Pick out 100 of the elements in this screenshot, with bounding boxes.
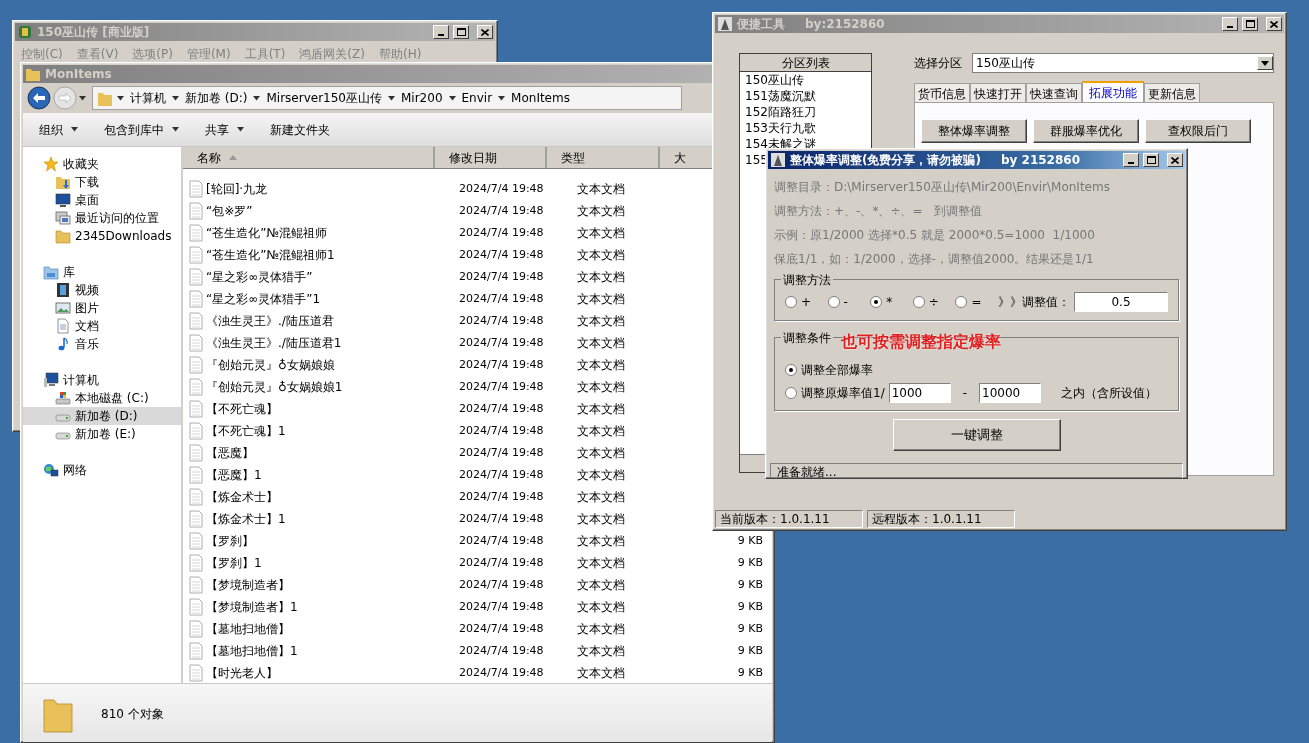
file-name[interactable]: “星之彩∞灵体猎手” bbox=[206, 268, 313, 286]
breadcrumb-link[interactable]: Mir200 bbox=[399, 89, 445, 107]
file-name[interactable]: 《浊生灵王》./陆压道君 bbox=[206, 312, 334, 330]
nav-item[interactable]: 计算机 bbox=[23, 371, 181, 389]
action-button[interactable]: 群服爆率优化 bbox=[1033, 119, 1139, 143]
status-panel: 当前版本：1.0.1.11 bbox=[715, 510, 863, 528]
tab[interactable]: 拓展功能 bbox=[1082, 81, 1144, 102]
file-name[interactable]: 【炼金术士】 bbox=[206, 488, 278, 506]
radio-button[interactable] bbox=[955, 296, 968, 308]
caret-icon bbox=[71, 127, 78, 132]
apply-button[interactable]: 一键调整 bbox=[892, 419, 1061, 451]
file-name[interactable]: “苍生造化”№混鲲祖师 bbox=[206, 224, 327, 242]
file-name[interactable]: 【罗刹】 bbox=[206, 532, 254, 550]
close-button[interactable] bbox=[1167, 153, 1183, 167]
close-button[interactable] bbox=[1266, 17, 1282, 31]
file-name[interactable]: “包※罗” bbox=[206, 202, 253, 220]
range-to-field[interactable]: 10000 bbox=[979, 382, 1042, 403]
radio-button[interactable] bbox=[785, 296, 797, 308]
minimize-button[interactable] bbox=[1123, 153, 1139, 167]
text-file-icon bbox=[189, 334, 203, 352]
nav-item[interactable]: 2345Downloads bbox=[23, 227, 181, 245]
toolbar-button[interactable]: 组织 bbox=[37, 118, 80, 141]
file-name[interactable]: 『创始元灵』♁女娲娘娘1 bbox=[206, 378, 343, 396]
column-header[interactable]: 修改日期 bbox=[434, 147, 548, 168]
nav-item[interactable]: 库 bbox=[23, 263, 181, 281]
list-item[interactable]: 152陌路狂刀 bbox=[740, 104, 871, 120]
text-file-icon bbox=[189, 598, 203, 616]
list-item[interactable]: 150巫山传 bbox=[740, 72, 871, 88]
nav-item[interactable]: 图片 bbox=[23, 299, 181, 317]
file-name[interactable]: 【不死亡魂】1 bbox=[206, 422, 286, 440]
maximize-button[interactable] bbox=[1242, 17, 1258, 31]
file-size: 9 KB bbox=[736, 598, 763, 615]
list-item[interactable]: 151荡魔沉默 bbox=[740, 88, 871, 104]
nav-item[interactable]: 视频 bbox=[23, 281, 181, 299]
caret-icon bbox=[498, 95, 506, 101]
file-name[interactable]: 【炼金术士】1 bbox=[206, 510, 286, 528]
action-button[interactable]: 查权限后门 bbox=[1145, 119, 1251, 143]
nav-item[interactable]: 音乐 bbox=[23, 335, 181, 353]
file-name[interactable]: “星之彩∞灵体猎手”1 bbox=[206, 290, 321, 308]
file-name[interactable]: 【梦境制造者】1 bbox=[206, 598, 298, 616]
radio-label: = bbox=[971, 294, 982, 311]
caret-icon bbox=[448, 95, 456, 101]
nav-item[interactable]: 收藏夹 bbox=[23, 155, 181, 173]
nav-item[interactable]: 文档 bbox=[23, 317, 181, 335]
toolbar-button[interactable]: 包含到库中 bbox=[102, 118, 181, 141]
toolbar-button[interactable]: 共享 bbox=[203, 118, 246, 141]
nav-item[interactable]: 下载 bbox=[23, 173, 181, 191]
tab[interactable]: 货币信息 bbox=[914, 83, 970, 102]
nav-item[interactable]: 新加卷 (D:) bbox=[23, 407, 181, 425]
maximize-button[interactable] bbox=[453, 25, 469, 39]
back-button[interactable] bbox=[27, 86, 51, 110]
file-name[interactable]: 【恶魔】1 bbox=[206, 466, 262, 484]
file-name[interactable]: 【罗刹】1 bbox=[206, 554, 262, 572]
file-name[interactable]: 【墓地扫地僧】1 bbox=[206, 642, 298, 660]
nav-item[interactable]: 本地磁盘 (C:) bbox=[23, 389, 181, 407]
list-item[interactable]: 153天行九歌 bbox=[740, 120, 871, 136]
nav-item[interactable]: 最近访问的位置 bbox=[23, 209, 181, 227]
picture-icon bbox=[55, 300, 71, 316]
partition-dropdown[interactable]: 150巫山传 bbox=[972, 53, 1274, 73]
maximize-button[interactable] bbox=[1143, 153, 1159, 167]
breadcrumb-link[interactable]: MonItems bbox=[509, 89, 572, 107]
action-button[interactable]: 整体爆率调整 bbox=[921, 119, 1027, 143]
caret-icon bbox=[388, 95, 395, 101]
file-name[interactable]: 【时光老人】 bbox=[206, 664, 278, 682]
file-type: 文本文档 bbox=[576, 313, 626, 330]
file-name[interactable]: “苍生造化”№混鲲祖师1 bbox=[206, 246, 335, 264]
toolbar-button[interactable]: 新建文件夹 bbox=[268, 118, 332, 141]
radio-button[interactable] bbox=[785, 363, 797, 376]
file-name[interactable]: 【梦境制造者】 bbox=[206, 576, 290, 594]
breadcrumb-link[interactable]: Envir bbox=[459, 89, 495, 107]
address-bar[interactable]: 计算机 新加卷 (D:) Mirserver150巫山传 Mir200 Envir MonItems bbox=[92, 86, 682, 110]
file-name[interactable]: 【墓地扫地僧】 bbox=[206, 620, 290, 638]
tab[interactable]: 更新信息 bbox=[1144, 83, 1200, 102]
minimize-button[interactable] bbox=[433, 25, 449, 39]
nav-item[interactable]: 桌面 bbox=[23, 191, 181, 209]
window-title: 便捷工具 bbox=[737, 16, 785, 33]
column-header[interactable]: 名称 bbox=[183, 147, 435, 168]
minimize-button[interactable] bbox=[1222, 17, 1238, 31]
radio-button[interactable] bbox=[827, 296, 840, 308]
radio-button[interactable] bbox=[870, 296, 883, 308]
radio-button[interactable] bbox=[785, 386, 797, 399]
value-field[interactable]: 0.5 bbox=[1074, 292, 1168, 312]
file-name[interactable]: 『创始元灵』♁女娲娘娘 bbox=[206, 356, 335, 374]
tab[interactable]: 快速查询 bbox=[1026, 83, 1082, 102]
breadcrumb-link[interactable]: 新加卷 (D:) bbox=[183, 89, 250, 107]
file-name[interactable]: 【恶魔】 bbox=[206, 444, 254, 462]
file-name[interactable]: 【不死亡魂】 bbox=[206, 400, 278, 418]
breadcrumb-link[interactable]: Mirserver150巫山传 bbox=[264, 89, 384, 107]
radio-button[interactable] bbox=[912, 296, 925, 308]
file-name[interactable]: [轮回]·九龙 bbox=[206, 180, 268, 198]
column-header[interactable]: 类型 bbox=[547, 147, 660, 168]
tab[interactable]: 快速打开 bbox=[970, 83, 1026, 102]
nav-item[interactable]: 新加卷 (E:) bbox=[23, 425, 181, 443]
nav-item[interactable]: 网络 bbox=[23, 461, 181, 479]
history-caret-icon[interactable] bbox=[79, 95, 86, 101]
range-from-field[interactable]: 1000 bbox=[888, 382, 951, 403]
file-name[interactable]: 《浊生灵王》./陆压道君1 bbox=[206, 334, 342, 352]
modified-date: 2024/7/4 19:48 bbox=[458, 576, 545, 593]
close-button[interactable] bbox=[477, 25, 493, 39]
breadcrumb-link[interactable]: 计算机 bbox=[128, 89, 168, 107]
